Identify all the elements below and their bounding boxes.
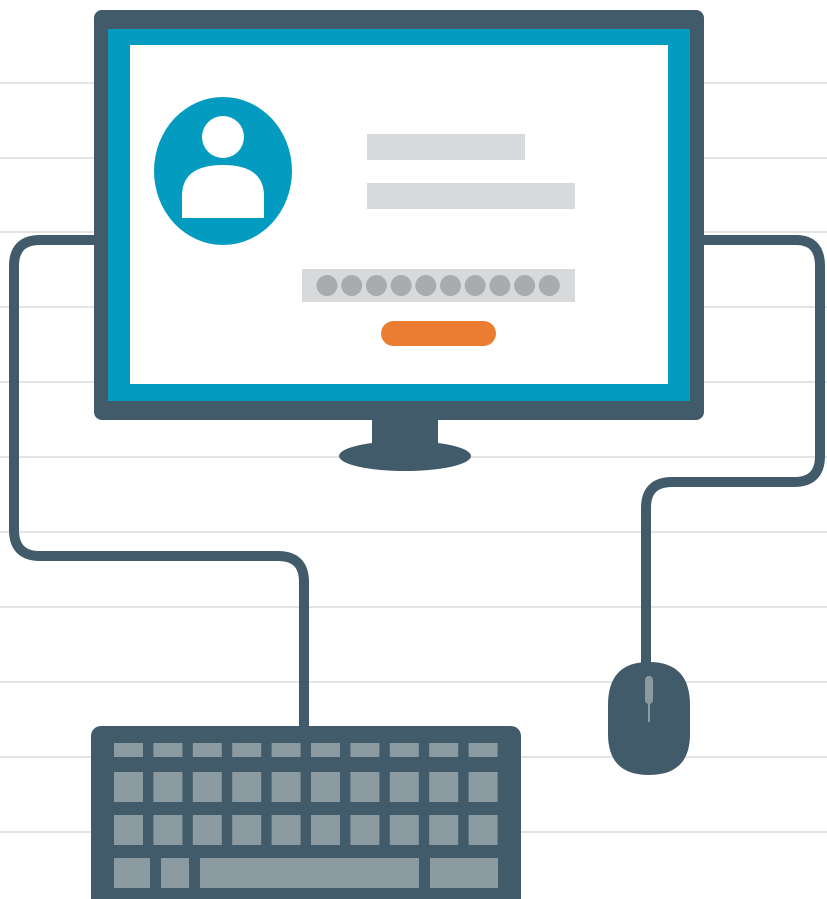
keyboard-key (468, 743, 498, 757)
keyboard-key (350, 743, 380, 757)
keyboard-key (153, 772, 183, 802)
mouse-scroll-wheel (645, 676, 653, 704)
computer-login-illustration (0, 10, 827, 899)
keyboard-key (153, 743, 183, 757)
keyboard-key (114, 858, 150, 888)
password-dot (316, 275, 338, 296)
user-avatar-icon (154, 97, 292, 245)
password-dot (341, 275, 363, 296)
password-dot (464, 275, 486, 296)
email-field[interactable] (367, 183, 575, 209)
password-dot (440, 275, 461, 296)
password-dot (365, 275, 387, 296)
keyboard-key (271, 772, 301, 802)
keyboard-key (192, 815, 222, 845)
keyboard-key (350, 815, 380, 845)
username-field[interactable] (367, 134, 525, 160)
keyboard-key (232, 772, 262, 802)
password-dot (415, 275, 437, 296)
keyboard-key (429, 772, 459, 802)
keyboard-key (153, 815, 183, 845)
keyboard-key (389, 743, 419, 757)
keyboard-key (311, 772, 340, 802)
keyboard-key (200, 858, 419, 888)
password-field[interactable] (302, 269, 575, 302)
keyboard-key (114, 815, 143, 845)
password-dot (390, 275, 412, 296)
keyboard-key (311, 743, 340, 757)
keyboard-key (430, 858, 498, 888)
password-dot (514, 275, 536, 296)
password-dot (538, 275, 560, 296)
keyboard-key (389, 815, 419, 845)
keyboard-key (311, 815, 340, 845)
keyboard-key (429, 815, 459, 845)
keyboard-key (468, 772, 498, 802)
keyboard-key (468, 815, 498, 845)
keyboard-key (192, 772, 222, 802)
keyboard-key (271, 815, 301, 845)
monitor (94, 10, 704, 471)
keyboard-key (161, 858, 189, 888)
keyboard-key (232, 815, 262, 845)
keyboard-key (232, 743, 262, 757)
keyboard-icon (91, 726, 521, 899)
login-button[interactable] (381, 321, 496, 346)
keyboard-key (350, 772, 380, 802)
keyboard-key (271, 743, 301, 757)
mouse-icon (608, 662, 690, 775)
keyboard-key (114, 743, 143, 757)
keyboard-key (389, 772, 419, 802)
keyboard-key (429, 743, 459, 757)
monitor-stand-base (339, 441, 471, 471)
keyboard-key (114, 772, 143, 802)
password-dot (489, 275, 511, 296)
keyboard-key (192, 743, 222, 757)
